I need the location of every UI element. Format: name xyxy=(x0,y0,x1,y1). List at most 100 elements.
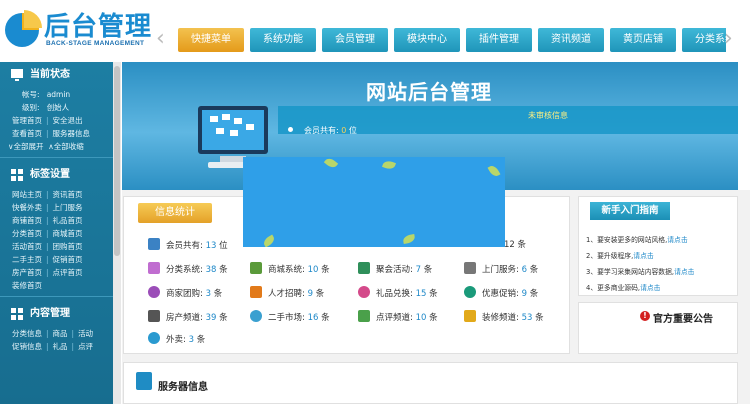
sidebar-link-server-info[interactable]: 服务器信息 xyxy=(53,127,91,140)
stats-tab[interactable]: 信息统计 xyxy=(138,203,212,223)
stat-decoration[interactable]: 装修频道: 53 条 xyxy=(464,310,544,324)
overlay-popup[interactable] xyxy=(243,157,505,247)
sidebar-divider xyxy=(0,296,113,297)
nav-tab-classifieds[interactable]: 分类系统 xyxy=(682,28,726,52)
sidebar-link[interactable]: 活动 xyxy=(78,327,93,340)
sidebar-link[interactable]: 礼品首页 xyxy=(53,214,83,227)
expand-all-link[interactable]: ∨全部展开 xyxy=(8,140,44,153)
stat-takeaway[interactable]: 外卖: 3 条 xyxy=(148,332,205,346)
stat-events[interactable]: 聚会活动: 7 条 xyxy=(358,262,432,276)
sidebar-link[interactable]: 点评首页 xyxy=(53,266,83,279)
sidebar-link[interactable]: 装修首页 xyxy=(12,279,42,292)
sidebar-link[interactable]: 促销信息 xyxy=(12,340,42,353)
sidebar-divider xyxy=(0,157,113,158)
sidebar-status-title: 当前状态 xyxy=(30,69,70,80)
sidebar-section-content[interactable]: 内容管理 xyxy=(0,301,113,327)
header: 后台管理 BACK-STAGE MANAGEMENT ‹ 快捷菜单 系统功能 会… xyxy=(0,0,750,62)
logo-subtitle: BACK-STAGE MANAGEMENT xyxy=(46,40,145,47)
sidebar-link[interactable]: 上门服务 xyxy=(53,201,83,214)
nav-tab-plugins[interactable]: 插件管理 xyxy=(466,28,532,52)
nav-next-button[interactable]: › xyxy=(724,28,740,54)
leaf-decoration xyxy=(381,159,397,171)
sidebar-link[interactable]: 商品 xyxy=(53,327,68,340)
sidebar-link-row: 管理首页 | 安全退出 xyxy=(12,114,83,127)
announce-title[interactable]: 官方重要公告 xyxy=(653,310,713,325)
grid-icon xyxy=(11,308,23,320)
sidebar-link[interactable]: 房产首页 xyxy=(12,266,42,279)
sidebar-link[interactable]: 礼品 xyxy=(53,340,68,353)
refresh-icon xyxy=(148,332,160,344)
leaf-decoration xyxy=(402,234,416,244)
sidebar-link[interactable]: 商铺首页 xyxy=(12,214,42,227)
sidebar-content-title: 内容管理 xyxy=(30,308,70,319)
nav-tab-quick-menu[interactable]: 快捷菜单 xyxy=(178,28,244,52)
stat-group-buy[interactable]: 商家团购: 3 条 xyxy=(148,286,222,300)
members-icon xyxy=(148,238,160,250)
guide-item: 3、要学习采集网站内容数据,请点击 xyxy=(586,268,695,276)
sidebar-link[interactable]: 活动首页 xyxy=(12,240,42,253)
sidebar-link[interactable]: 快餐外卖 xyxy=(12,201,42,214)
jobs-icon xyxy=(250,286,262,298)
nav-tab-modules[interactable]: 模块中心 xyxy=(394,28,460,52)
stat-second-hand[interactable]: 二手市场: 16 条 xyxy=(250,310,330,324)
sidebar-section-tags[interactable]: 标签设置 xyxy=(0,162,113,188)
sidebar-link-row: 活动首页 | 团购首页 xyxy=(12,240,83,253)
guide-link[interactable]: 请点击 xyxy=(667,236,687,244)
sidebar-link[interactable]: 分类信息 xyxy=(12,327,42,340)
nav-tab-news[interactable]: 资讯频道 xyxy=(538,28,604,52)
guide-link[interactable]: 请点击 xyxy=(640,284,660,292)
stat-classifieds[interactable]: 分类系统: 38 条 xyxy=(148,262,228,276)
promotion-icon xyxy=(464,286,476,298)
stat-home-service[interactable]: 上门服务: 6 条 xyxy=(464,262,538,276)
guide-tab[interactable]: 新手入门指南 xyxy=(590,202,670,220)
stat-partial[interactable]: 12 条 xyxy=(504,238,526,252)
paint-roller-icon xyxy=(464,310,476,322)
logo-title: 后台管理 xyxy=(44,12,153,42)
nav-tab-yellow-pages[interactable]: 黄页店铺 xyxy=(610,28,676,52)
sidebar-scrollbar[interactable] xyxy=(113,62,121,404)
nav-prev-button[interactable]: ‹ xyxy=(156,28,172,54)
sidebar-link-row: 分类首页 | 商城首页 xyxy=(12,227,83,240)
guide-item: 4、更多商业源码,请点击 xyxy=(586,284,661,292)
guide-link[interactable]: 请点击 xyxy=(674,268,694,276)
stat-mall[interactable]: 商城系统: 10 条 xyxy=(250,262,330,276)
nav-tab-system[interactable]: 系统功能 xyxy=(250,28,316,52)
sidebar-link[interactable]: 资讯首页 xyxy=(53,188,83,201)
notice-bullet xyxy=(288,127,293,132)
logo-pie-icon xyxy=(5,10,42,47)
sidebar-link-admin-home[interactable]: 管理首页 xyxy=(12,114,42,127)
stat-jobs[interactable]: 人才招聘: 9 条 xyxy=(250,286,324,300)
sidebar-section-status[interactable]: 当前状态 xyxy=(0,62,113,88)
stat-promotions[interactable]: 优惠促销: 9 条 xyxy=(464,286,538,300)
collapse-all-link[interactable]: ∧全部收缩 xyxy=(48,140,84,153)
stat-real-estate[interactable]: 房产频道: 39 条 xyxy=(148,310,228,324)
leaf-decoration xyxy=(261,234,277,247)
scrollbar-thumb[interactable] xyxy=(114,66,120,256)
sidebar-link[interactable]: 分类首页 xyxy=(12,227,42,240)
grid-icon xyxy=(11,169,23,181)
sidebar-link[interactable]: 团购首页 xyxy=(53,240,83,253)
sidebar-link-row: 二手主页 | 促销首页 xyxy=(12,253,83,266)
sidebar-link[interactable]: 点评 xyxy=(78,340,93,353)
home-service-icon xyxy=(464,262,476,274)
sidebar-link[interactable]: 商城首页 xyxy=(53,227,83,240)
events-icon xyxy=(358,262,370,274)
server-icon xyxy=(136,372,152,390)
stat-reviews[interactable]: 点评频道: 10 条 xyxy=(358,310,438,324)
notice-text: 会员共有: 0 位 xyxy=(304,126,357,135)
banner-title: 网站后台管理 xyxy=(366,80,492,104)
group-buy-icon xyxy=(148,286,160,298)
sidebar-link-row: 装修首页 xyxy=(0,279,113,292)
sidebar-link[interactable]: 网站主页 xyxy=(12,188,42,201)
sidebar-link-view-home[interactable]: 查看首页 xyxy=(12,127,42,140)
sidebar-link[interactable]: 二手主页 xyxy=(12,253,42,266)
coffee-icon xyxy=(358,310,370,322)
stat-members[interactable]: 会员共有: 13 位 xyxy=(148,238,228,252)
guide-item: 1、要安装更多的网站风格,请点击 xyxy=(586,236,688,244)
guide-link[interactable]: 请点击 xyxy=(633,252,653,260)
guide-item: 2、要升级程序,请点击 xyxy=(586,252,654,260)
sidebar-link[interactable]: 促销首页 xyxy=(53,253,83,266)
nav-tab-members[interactable]: 会员管理 xyxy=(322,28,388,52)
sidebar-link-logout[interactable]: 安全退出 xyxy=(53,114,83,127)
stat-gifts[interactable]: 礼品兑换: 15 条 xyxy=(358,286,438,300)
